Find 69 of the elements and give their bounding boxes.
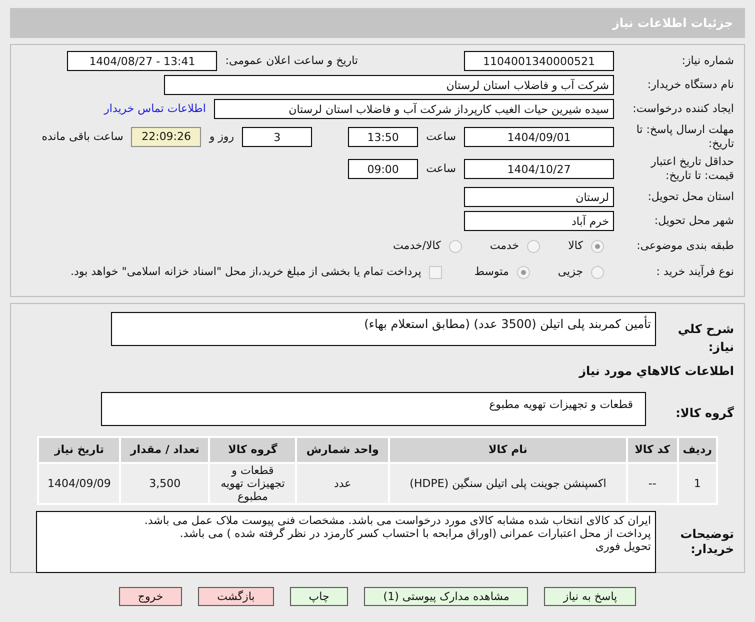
column-header: ردیف <box>678 438 716 462</box>
contact-link[interactable]: اطلاعات تماس خریدار <box>104 100 206 118</box>
table-cell: عدد <box>297 464 388 503</box>
field-label: ایجاد کننده درخواست: <box>632 102 734 116</box>
radio-label: کالا <box>568 238 583 254</box>
text-field[interactable]: 1104001340000521 <box>464 51 614 71</box>
text-field[interactable]: 09:00 <box>348 159 418 179</box>
text-field[interactable]: لرستان <box>464 187 614 207</box>
column-header: تاریخ نیاز <box>39 438 120 462</box>
field-label: ساعت <box>426 160 456 177</box>
action-button[interactable]: پاسخ به نیاز <box>544 587 636 606</box>
action-button[interactable]: چاپ <box>290 587 348 606</box>
table-cell: قطعات و تجهیزات تهویه مطبوع <box>210 464 296 503</box>
checkbox[interactable] <box>429 266 442 278</box>
radio-label: کالا/خدمت <box>393 238 441 254</box>
field-label: شرح کلي نياز: <box>676 321 734 356</box>
radio-button[interactable] <box>448 240 462 252</box>
column-header: گروه کالا <box>210 438 296 462</box>
action-button[interactable]: بازگشت <box>198 587 274 606</box>
payment-note: پرداخت تمام یا بخشی از مبلغ خرید،از محل "اسناد خزانه اسلامی" خواهد بود. <box>70 264 422 280</box>
goods-group-textarea[interactable]: قطعات و تجهیزات تهویه مطبوع <box>101 392 646 426</box>
table-cell: 1404/09/09 <box>39 464 120 503</box>
field-label: نام دستگاه خریدار: <box>646 78 734 92</box>
action-button[interactable]: خروج <box>118 587 182 606</box>
text-field[interactable]: 3 <box>242 127 312 147</box>
section-heading: اطلاعات کالاهاي مورد نياز <box>578 363 734 380</box>
field-label: تاریخ و ساعت اعلان عمومی: <box>225 52 358 69</box>
radio-button[interactable] <box>591 266 604 278</box>
page-title: جزئیات اطلاعات نیاز <box>612 15 733 32</box>
field-label: شماره نیاز: <box>680 54 734 68</box>
field-label: روز و <box>209 128 234 145</box>
field-label: نوع فرآیند خرید : <box>655 265 734 279</box>
text-field[interactable]: 13:50 <box>348 127 418 147</box>
column-header: واحد شمارش <box>297 438 388 462</box>
field-label: توضیحات خریدار: <box>679 527 734 557</box>
field-label: ساعت باقی مانده <box>42 128 124 145</box>
note-line: تحویل فوری <box>594 540 651 553</box>
field-label: طبقه بندی موضوعی: <box>636 239 734 253</box>
text-field[interactable]: 1404/08/27 - 13:41 <box>67 51 218 71</box>
text-field[interactable]: خرم آباد <box>464 211 614 231</box>
summary-textarea[interactable]: تأمین کمربند پلی اتیلن (3500 عدد) (مطابق استعلام بهاء) <box>111 312 656 346</box>
text-field[interactable]: 1404/10/27 <box>464 159 614 179</box>
table-cell: 1 <box>678 464 716 503</box>
note-line: پرداخت از محل اعتبارات عمرانی (اوراق مرابحه با احتساب کسر کارمزد در نظر گرفته شده ) می باشد. <box>178 527 651 540</box>
radio-button[interactable] <box>527 240 540 252</box>
field-label: حداقل تاریخ اعتبار قیمت: تا تاریخ: <box>650 155 734 183</box>
radio-label: متوسط <box>474 264 509 280</box>
column-header: کد کالا <box>628 438 677 462</box>
note-line: ایران کد کالای انتخاب شده مشابه کالای مورد درخواست می باشد. مشخصات فنی پیوست ملاک عمل می باشد. <box>143 514 651 527</box>
field-label: شهر محل تحویل: <box>653 214 734 228</box>
text-field[interactable]: شرکت آب و فاضلاب استان لرستان <box>164 75 614 95</box>
field-label: مهلت ارسال پاسخ: تا تاریخ: <box>635 123 734 151</box>
field-label: گروه کالا: <box>674 405 734 422</box>
field-label: ساعت <box>426 128 456 145</box>
radio-label: خدمت <box>490 238 520 254</box>
action-button[interactable]: مشاهده مدارک پیوستی (1) <box>364 587 528 606</box>
radio-label: جزیی <box>558 264 583 280</box>
notes-textarea[interactable]: ایران کد کالای انتخاب شده مشابه کالای مورد درخواست می باشد. مشخصات فنی پیوست ملاک عمل می باشد. پرداخت از محل اعتبارات عمرانی (اوراق مرابحه با احتساب کسر کارمزد در نظر گرفته شده ) می باشد. تحویل فوری <box>36 511 656 573</box>
column-header: تعداد / مقدار <box>121 438 208 462</box>
column-header: نام کالا <box>390 438 626 462</box>
field-label: استان محل تحویل: <box>646 190 734 204</box>
text-field[interactable]: 1404/09/01 <box>464 127 614 147</box>
table-cell: اکسپنشن جوینت پلی اتیلن سنگین (HDPE) <box>390 464 626 503</box>
text-field[interactable]: سیده شیرین حیات الغیب کارپرداز شرکت آب و فاضلاب استان لرستان <box>214 99 614 119</box>
radio-button[interactable] <box>591 240 604 252</box>
table-cell: 3,500 <box>121 464 208 503</box>
radio-button[interactable] <box>516 266 530 278</box>
table-cell: -- <box>628 464 677 503</box>
countdown-field: 22:09:26 <box>131 127 202 147</box>
